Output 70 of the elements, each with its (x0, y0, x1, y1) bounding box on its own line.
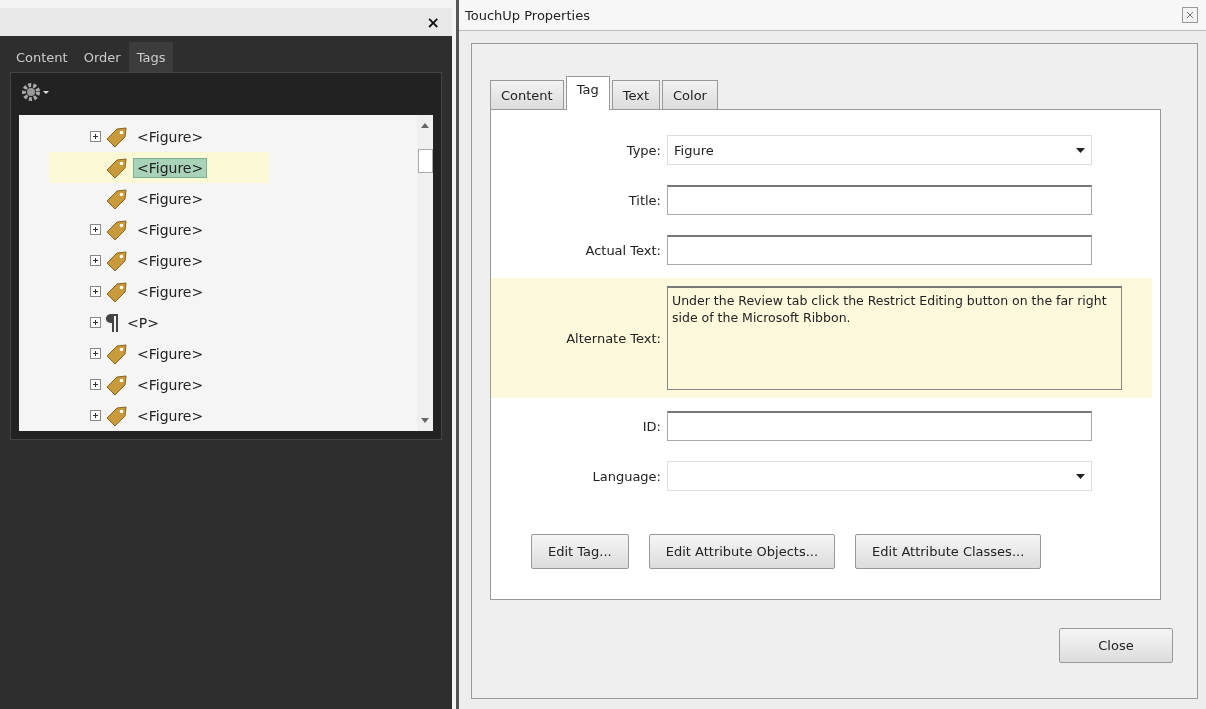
expand-icon[interactable] (89, 286, 101, 297)
tree-item[interactable]: <Figure> (49, 245, 269, 276)
tag-icon (105, 280, 129, 303)
expand-icon[interactable] (89, 379, 101, 390)
input-field[interactable] (667, 235, 1092, 265)
tree-item-label[interactable]: <Figure> (133, 126, 208, 147)
tag-icon (105, 218, 129, 241)
tag-icon (105, 404, 129, 427)
scroll-down-icon[interactable] (421, 418, 429, 423)
field-label: Actual Text: (584, 242, 661, 258)
text-area[interactable]: Under the Review tab click the Restrict Editing button on the far right side of the Microsoft Ribbon. (667, 286, 1122, 390)
edit-button[interactable]: Edit Attribute Classes... (855, 534, 1042, 569)
expand-icon[interactable] (89, 410, 101, 421)
input-field[interactable] (667, 185, 1092, 215)
field-label: Type: (625, 142, 661, 158)
tag-icon (105, 156, 129, 179)
tree-item-label[interactable]: <Figure> (133, 250, 208, 271)
close-button[interactable]: × (422, 12, 444, 32)
tree-item-label[interactable]: <Figure> (133, 374, 208, 395)
tree-item-label[interactable]: <Figure> (133, 188, 208, 209)
tag-icon (105, 249, 129, 272)
tree-item-label[interactable]: <Figure> (133, 219, 208, 240)
tree-item[interactable]: <Figure> (49, 214, 269, 245)
tree-item[interactable]: <Figure> (49, 183, 269, 214)
dialog-title: TouchUp Properties (465, 7, 590, 23)
panel-tab[interactable]: Order (75, 42, 129, 72)
dialog-tab[interactable]: Tag (565, 76, 610, 110)
dialog-tab[interactable]: Content (490, 80, 564, 109)
tree-item[interactable]: <Figure> (49, 276, 269, 307)
dialog-tab[interactable]: Color (662, 80, 718, 109)
tree-item-label[interactable]: <Figure> (133, 281, 208, 302)
expand-icon[interactable] (89, 255, 101, 266)
tree-item[interactable]: <Figure> (49, 338, 269, 369)
tree-item-label[interactable]: <Figure> (133, 157, 208, 178)
panel-tab[interactable]: Content (8, 42, 76, 72)
expand-icon[interactable] (89, 348, 101, 359)
close-icon[interactable] (1182, 7, 1198, 23)
close-button[interactable]: Close (1059, 628, 1173, 663)
tree-item-label[interactable]: <Figure> (133, 343, 208, 364)
tree-item-label[interactable]: <Figure> (133, 405, 208, 426)
expand-icon[interactable] (89, 224, 101, 235)
input-field[interactable] (667, 411, 1092, 441)
expand-icon[interactable] (89, 317, 101, 328)
tag-icon (105, 125, 129, 148)
tree-item-label[interactable]: <P> (123, 312, 163, 333)
dropdown-field[interactable] (667, 461, 1092, 491)
field-label: Title: (627, 192, 661, 208)
tag-icon (105, 342, 129, 365)
scrollbar[interactable] (417, 115, 433, 431)
tag-icon (105, 373, 129, 396)
panel-tab[interactable]: Tags (128, 42, 174, 72)
tree-item[interactable]: <Figure> (49, 152, 269, 183)
caret-icon (1076, 147, 1085, 153)
expand-icon[interactable] (89, 131, 101, 142)
field-label: Language: (591, 468, 661, 484)
edit-button[interactable]: Edit Tag... (531, 534, 629, 569)
tree-item[interactable]: <Figure> (49, 369, 269, 400)
dialog-tab[interactable]: Text (611, 80, 660, 109)
paragraph-icon (105, 311, 119, 334)
caret-icon (1076, 473, 1085, 479)
dropdown-field[interactable]: Figure (667, 135, 1092, 165)
field-label: Alternate Text: (565, 330, 661, 346)
edit-button[interactable]: Edit Attribute Objects... (648, 534, 836, 569)
scroll-thumb[interactable] (418, 149, 433, 173)
field-label: ID: (641, 418, 661, 434)
scroll-up-icon[interactable] (421, 123, 429, 128)
tree-item[interactable]: <Figure> (49, 400, 269, 431)
tree-item[interactable]: <P> (49, 307, 269, 338)
tag-icon (105, 187, 129, 210)
tree-item[interactable]: <Figure> (49, 121, 269, 152)
